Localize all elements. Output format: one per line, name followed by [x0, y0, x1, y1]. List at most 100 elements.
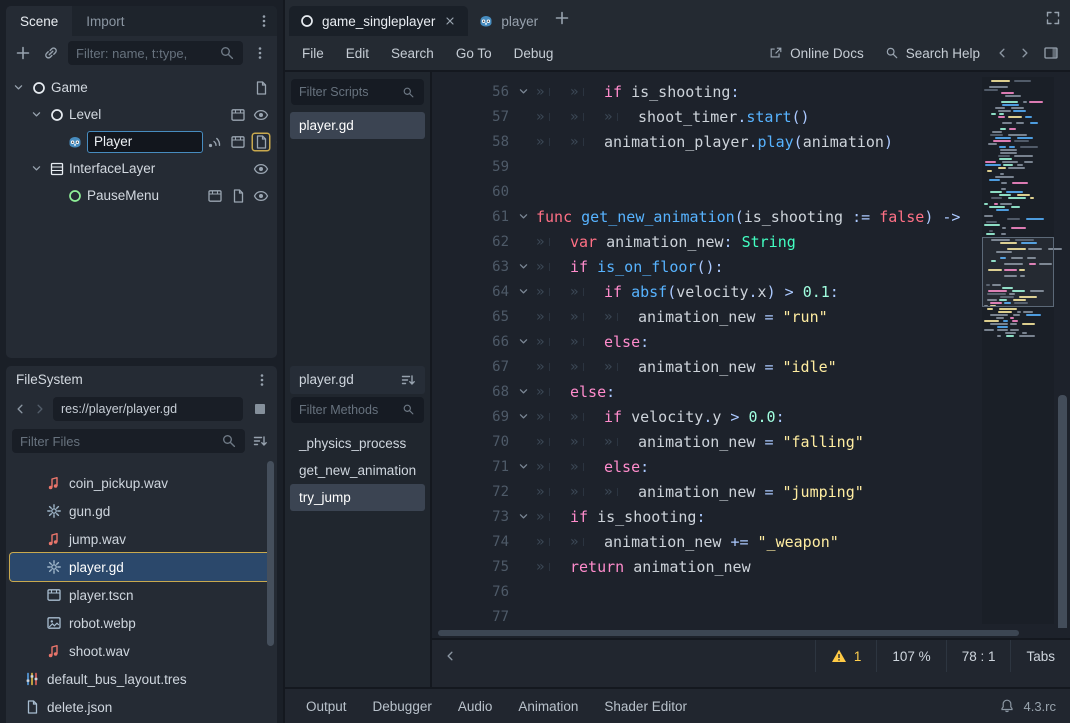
- collapse-arrow-icon[interactable]: [28, 107, 45, 123]
- code-line-64[interactable]: 64»»if absf(velocity.x) > 0.1:: [432, 279, 1070, 304]
- line-number[interactable]: 57: [432, 109, 518, 125]
- code-area[interactable]: 56»»if is_shooting:57»»»shoot_timer.star…: [432, 72, 1070, 628]
- eye-icon[interactable]: [253, 107, 269, 123]
- file-item-shoot-wav[interactable]: shoot.wav: [10, 637, 273, 665]
- bottom-tab-output[interactable]: Output: [293, 689, 360, 723]
- code-line-62[interactable]: 62»var animation_new: String: [432, 229, 1070, 254]
- film-icon[interactable]: [230, 134, 246, 150]
- toggle-split-mode-button[interactable]: [247, 393, 273, 425]
- method-item-get-new-animation[interactable]: get_new_animation: [290, 457, 425, 484]
- script-tab-game-singleplayer[interactable]: game_singleplayer: [289, 6, 468, 36]
- fold-arrow-icon[interactable]: [518, 411, 536, 422]
- chevron-left-icon[interactable]: [442, 648, 458, 664]
- resource-path-input[interactable]: res://player/player.gd: [53, 397, 243, 421]
- code-line-68[interactable]: 68»else:: [432, 379, 1070, 404]
- file-item-jump-wav[interactable]: jump.wav: [10, 525, 273, 553]
- file-item-robot-webp[interactable]: robot.webp: [10, 609, 273, 637]
- bell-icon[interactable]: [999, 698, 1015, 714]
- code-line-77[interactable]: 77: [432, 604, 1070, 628]
- line-number[interactable]: 75: [432, 559, 518, 575]
- script-item-player-gd[interactable]: player.gd: [290, 112, 425, 139]
- zoom-cell[interactable]: 107 %: [876, 640, 945, 672]
- code-line-57[interactable]: 57»»»shoot_timer.start(): [432, 104, 1070, 129]
- scene-node-level[interactable]: Level: [6, 101, 277, 128]
- history-back-button[interactable]: [992, 41, 1011, 65]
- line-number[interactable]: 62: [432, 234, 518, 250]
- script-icon[interactable]: [230, 188, 246, 204]
- code-line-73[interactable]: 73»if is_shooting:: [432, 504, 1070, 529]
- line-number[interactable]: 68: [432, 384, 518, 400]
- fold-arrow-icon[interactable]: [518, 211, 536, 222]
- code-line-61[interactable]: 61func get_new_animation(is_shooting := …: [432, 204, 1070, 229]
- collapse-arrow-icon[interactable]: [10, 80, 27, 96]
- script-icon[interactable]: [253, 80, 269, 96]
- indent-mode-cell[interactable]: Tabs: [1010, 640, 1070, 672]
- line-number[interactable]: 76: [432, 584, 518, 600]
- history-forward-button[interactable]: [1015, 41, 1034, 65]
- close-tab-icon[interactable]: [442, 13, 458, 29]
- vertical-scrollbar[interactable]: [1058, 77, 1067, 624]
- line-number[interactable]: 58: [432, 134, 518, 150]
- vertical-scrollbar-thumb[interactable]: [1058, 395, 1067, 628]
- method-item-try-jump[interactable]: try_jump: [290, 484, 425, 511]
- bottom-tab-debugger[interactable]: Debugger: [360, 689, 445, 723]
- menu-file[interactable]: File: [291, 36, 335, 70]
- code-line-65[interactable]: 65»»»animation_new = "run": [432, 304, 1070, 329]
- line-number[interactable]: 77: [432, 609, 518, 625]
- nav-forward-button[interactable]: [30, 397, 49, 421]
- code-line-56[interactable]: 56»»if is_shooting:: [432, 79, 1070, 104]
- line-number[interactable]: 66: [432, 334, 518, 350]
- script-tab-player[interactable]: player: [468, 6, 548, 36]
- line-number[interactable]: 64: [432, 284, 518, 300]
- bottom-tab-audio[interactable]: Audio: [445, 689, 506, 723]
- code-line-60[interactable]: 60: [432, 179, 1070, 204]
- code-line-59[interactable]: 59: [432, 154, 1070, 179]
- filesystem-menu-button[interactable]: [249, 366, 275, 393]
- minimap-viewport[interactable]: [982, 237, 1054, 307]
- scene-node-player[interactable]: Player: [6, 128, 277, 155]
- fold-arrow-icon[interactable]: [518, 86, 536, 97]
- scene-node-pausemenu[interactable]: PauseMenu: [6, 182, 277, 209]
- warnings-cell[interactable]: 1: [815, 640, 877, 672]
- current-script-row[interactable]: player.gd: [290, 366, 425, 394]
- line-number[interactable]: 70: [432, 434, 518, 450]
- film-icon[interactable]: [207, 188, 223, 204]
- file-item-delete-json[interactable]: delete.json: [10, 693, 273, 721]
- code-line-66[interactable]: 66»»else:: [432, 329, 1070, 354]
- filesystem-scrollbar[interactable]: [267, 461, 274, 646]
- nav-back-button[interactable]: [10, 397, 29, 421]
- eye-icon[interactable]: [276, 134, 277, 150]
- code-line-72[interactable]: 72»»»animation_new = "jumping": [432, 479, 1070, 504]
- menu-go-to[interactable]: Go To: [445, 36, 503, 70]
- fold-arrow-icon[interactable]: [518, 286, 536, 297]
- tab-import[interactable]: Import: [72, 6, 138, 36]
- filter-scripts-input[interactable]: Filter Scripts: [291, 79, 424, 105]
- line-number[interactable]: 60: [432, 184, 518, 200]
- menu-search[interactable]: Search: [380, 36, 445, 70]
- code-line-69[interactable]: 69»»if velocity.y > 0.0:: [432, 404, 1070, 429]
- fold-arrow-icon[interactable]: [518, 386, 536, 397]
- online-docs-button[interactable]: Online Docs: [760, 36, 872, 70]
- fold-arrow-icon[interactable]: [518, 461, 536, 472]
- code-line-58[interactable]: 58»»animation_player.play(animation): [432, 129, 1070, 154]
- eye-icon[interactable]: [253, 188, 269, 204]
- method-sort-button[interactable]: [395, 366, 421, 394]
- fold-arrow-icon[interactable]: [518, 511, 536, 522]
- file-item-player-gd[interactable]: player.gd: [10, 553, 273, 581]
- file-filter-input[interactable]: Filter Files: [12, 429, 245, 453]
- menu-debug[interactable]: Debug: [503, 36, 565, 70]
- menu-edit[interactable]: Edit: [335, 36, 380, 70]
- scene-filter-input[interactable]: Filter: name, t:type,: [68, 41, 243, 65]
- file-item-gun-gd[interactable]: gun.gd: [10, 497, 273, 525]
- minimap[interactable]: [982, 77, 1054, 624]
- method-item-physics-process[interactable]: _physics_process: [290, 430, 425, 457]
- file-item-coin-pickup-wav[interactable]: coin_pickup.wav: [10, 469, 273, 497]
- horizontal-scrollbar[interactable]: [438, 628, 1056, 638]
- line-number[interactable]: 69: [432, 409, 518, 425]
- toggle-scripts-panel-button[interactable]: [1038, 36, 1064, 70]
- line-number[interactable]: 63: [432, 259, 518, 275]
- tab-scene[interactable]: Scene: [6, 6, 72, 36]
- file-sort-button[interactable]: [247, 425, 273, 457]
- line-number[interactable]: 73: [432, 509, 518, 525]
- add-node-button[interactable]: [10, 36, 36, 70]
